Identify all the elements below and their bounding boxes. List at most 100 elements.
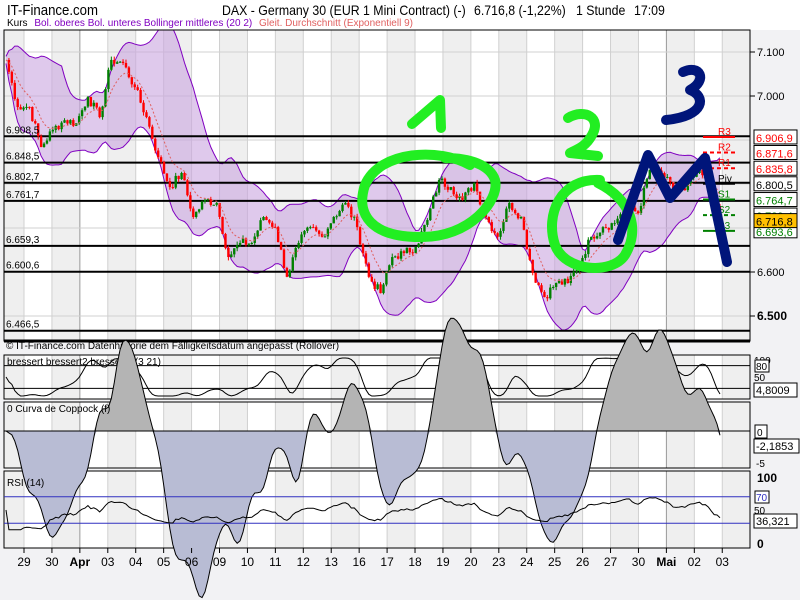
candle [335, 216, 338, 218]
candle [13, 82, 16, 99]
candle [156, 150, 160, 158]
candle [601, 227, 605, 233]
candle [607, 228, 611, 230]
candle [467, 188, 470, 193]
pivot-value-label: 6.764,7 [756, 196, 793, 208]
candle [10, 71, 14, 83]
candle [440, 178, 444, 181]
candle [358, 227, 362, 245]
x-axis-label: 30 [45, 555, 59, 569]
candle [312, 227, 315, 229]
candle [124, 63, 128, 68]
candle [72, 120, 75, 126]
candle [642, 187, 646, 206]
x-axis-label: 19 [436, 555, 450, 569]
candle [306, 227, 309, 231]
candle [513, 209, 517, 214]
candle [549, 287, 552, 299]
candle [130, 77, 134, 85]
candle [300, 234, 303, 243]
candle [89, 96, 93, 107]
candle [48, 131, 52, 141]
candle [329, 223, 333, 229]
candle [408, 247, 412, 253]
candle [379, 284, 382, 294]
pivot-label-piv: Piv [718, 174, 732, 185]
candle [165, 173, 169, 182]
candle [174, 175, 177, 188]
candle [28, 106, 31, 108]
candle [446, 186, 450, 190]
x-axis-label: 02 [688, 555, 702, 569]
candle [51, 129, 55, 132]
candle [218, 202, 221, 217]
x-axis-label: 18 [408, 555, 422, 569]
candle [636, 211, 640, 214]
candle [391, 257, 394, 266]
grid-column [722, 402, 750, 468]
candle [221, 216, 224, 234]
candle [92, 102, 95, 107]
grid-column [331, 471, 360, 548]
candle [271, 222, 274, 227]
candle [69, 120, 72, 124]
x-axis-label: 12 [297, 555, 311, 569]
candle [552, 286, 555, 288]
x-axis-label: 06 [185, 555, 199, 569]
candle [610, 223, 613, 230]
candle [256, 230, 259, 237]
candle [282, 249, 286, 268]
candle [417, 243, 420, 247]
x-axis-label: 24 [520, 555, 534, 569]
grid-column [722, 471, 750, 548]
x-axis-label: 16 [352, 555, 366, 569]
candle [180, 173, 183, 180]
candle [595, 236, 599, 239]
x-axis-label: 03 [101, 555, 115, 569]
candle [511, 202, 514, 210]
candle [434, 192, 438, 197]
candle [499, 230, 502, 237]
x-axis-label: 13 [325, 555, 339, 569]
candle [107, 69, 110, 90]
candle [347, 202, 350, 207]
candle [522, 217, 526, 230]
candle [297, 242, 300, 248]
candle [227, 247, 230, 258]
grid-column [554, 355, 583, 399]
rsi-title: RSI (14) [7, 478, 44, 489]
level-label: 6.600,6 [6, 261, 40, 272]
candle [42, 143, 46, 148]
candle [540, 285, 543, 292]
chart-canvas: R3R2R1PivS1S2S36.908,56.848,56.802,76.76… [3, 29, 800, 599]
candle [531, 259, 534, 273]
bressert-axis-label: 50 [754, 373, 766, 384]
pivot-label-r2: R2 [718, 142, 731, 153]
x-axis-label: 05 [157, 555, 171, 569]
x-axis-label: 03 [716, 555, 730, 569]
candle [323, 236, 327, 238]
candle [393, 256, 397, 258]
candle [195, 211, 198, 217]
candle [452, 187, 455, 195]
candle [154, 138, 157, 151]
coppock-zero-label: 0 [757, 428, 763, 439]
candle [139, 89, 142, 103]
candle [449, 187, 452, 190]
candle [604, 227, 608, 229]
candle [212, 204, 215, 206]
candle [186, 180, 189, 196]
candle [376, 284, 379, 289]
candle [177, 175, 180, 180]
candle [162, 161, 166, 174]
candle [429, 208, 432, 221]
x-axis-label: 26 [576, 555, 590, 569]
x-axis-label: Mai [656, 555, 676, 569]
candle [98, 107, 101, 118]
candle [19, 107, 22, 110]
x-axis-label: 20 [464, 555, 478, 569]
candle [22, 107, 25, 110]
candle [666, 177, 669, 179]
footer-note: © IT-Finance.com Datenhistorie dem Fälli… [6, 341, 339, 352]
pivot-label-r3: R3 [718, 127, 731, 138]
